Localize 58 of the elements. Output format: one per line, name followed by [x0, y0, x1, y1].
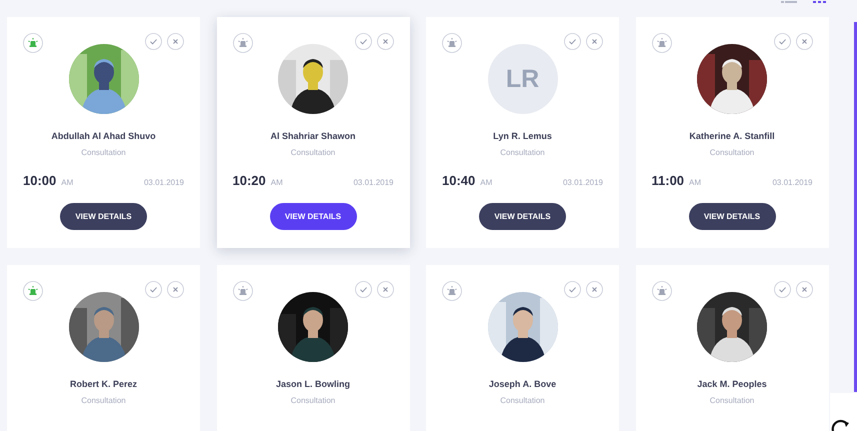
accept-button[interactable] — [564, 281, 581, 298]
close-button[interactable] — [376, 281, 394, 298]
patient-name: Al Shahriar Shawon — [270, 131, 356, 141]
appointment-time: 10:00 — [23, 173, 56, 188]
appointment-time: 11:00 — [652, 173, 684, 188]
appointment-date: 03.01.2019 — [144, 178, 184, 187]
appointment-type: Consultation — [500, 148, 545, 157]
siren-icon[interactable] — [442, 281, 462, 301]
patient-name: Lyn R. Lemus — [493, 131, 552, 141]
close-button[interactable] — [586, 281, 603, 298]
appointment-type: Consultation — [500, 396, 545, 405]
appointment-type: Consultation — [81, 396, 126, 405]
siren-icon[interactable] — [442, 33, 462, 53]
patient-name: Katherine A. Stanfill — [689, 131, 775, 141]
close-button[interactable] — [167, 281, 184, 298]
patient-name: Joseph A. Bove — [488, 379, 556, 389]
appointment-type: Consultation — [710, 396, 754, 405]
close-button[interactable] — [167, 33, 184, 50]
view-details-button[interactable]: VIEW DETAILS — [60, 203, 147, 230]
time-period: AM — [270, 178, 283, 187]
accept-button[interactable] — [354, 281, 372, 298]
accept-button[interactable] — [354, 33, 372, 50]
appointment-type: Consultation — [290, 148, 336, 157]
appointment-date: 03.01.2019 — [353, 178, 394, 187]
refresh-icon[interactable] — [830, 419, 850, 431]
appointment-type: Consultation — [81, 148, 126, 157]
appointment-date: 03.01.2019 — [772, 178, 812, 187]
patient-name: Robert K. Perez — [70, 379, 138, 389]
close-button[interactable] — [796, 33, 812, 50]
time-period: AM — [480, 178, 492, 187]
close-button[interactable] — [796, 281, 812, 298]
appointment-time: 10:20 — [232, 173, 266, 188]
patient-name: Jason L. Bowling — [276, 379, 350, 389]
close-button[interactable] — [586, 33, 603, 50]
patient-name: Abdullah Al Ahad Shuvo — [51, 131, 156, 141]
siren-icon[interactable] — [232, 33, 252, 53]
view-details-button[interactable]: VIEW DETAILS — [688, 203, 776, 230]
siren-icon[interactable] — [23, 33, 43, 53]
siren-icon[interactable] — [652, 33, 672, 53]
appointment-date: 03.01.2019 — [562, 178, 603, 187]
appointment-type: Consultation — [710, 148, 754, 157]
accept-button[interactable] — [774, 33, 790, 50]
accept-button[interactable] — [145, 281, 162, 298]
time-period: AM — [689, 178, 702, 187]
appointment-time: 10:40 — [442, 173, 476, 188]
view-details-button[interactable]: VIEW DETAILS — [270, 203, 356, 230]
appointment-type: Consultation — [290, 396, 336, 405]
view-details-button[interactable]: VIEW DETAILS — [479, 203, 566, 230]
siren-icon[interactable] — [23, 281, 43, 301]
accept-button[interactable] — [774, 281, 790, 298]
accept-button[interactable] — [564, 33, 581, 50]
siren-icon[interactable] — [232, 281, 252, 301]
avatar-initials: LR — [488, 44, 558, 114]
accept-button[interactable] — [145, 33, 162, 50]
siren-icon[interactable] — [652, 281, 672, 301]
patient-name: Jack M. Peoples — [697, 379, 767, 389]
time-period: AM — [61, 178, 74, 187]
close-button[interactable] — [376, 33, 394, 50]
